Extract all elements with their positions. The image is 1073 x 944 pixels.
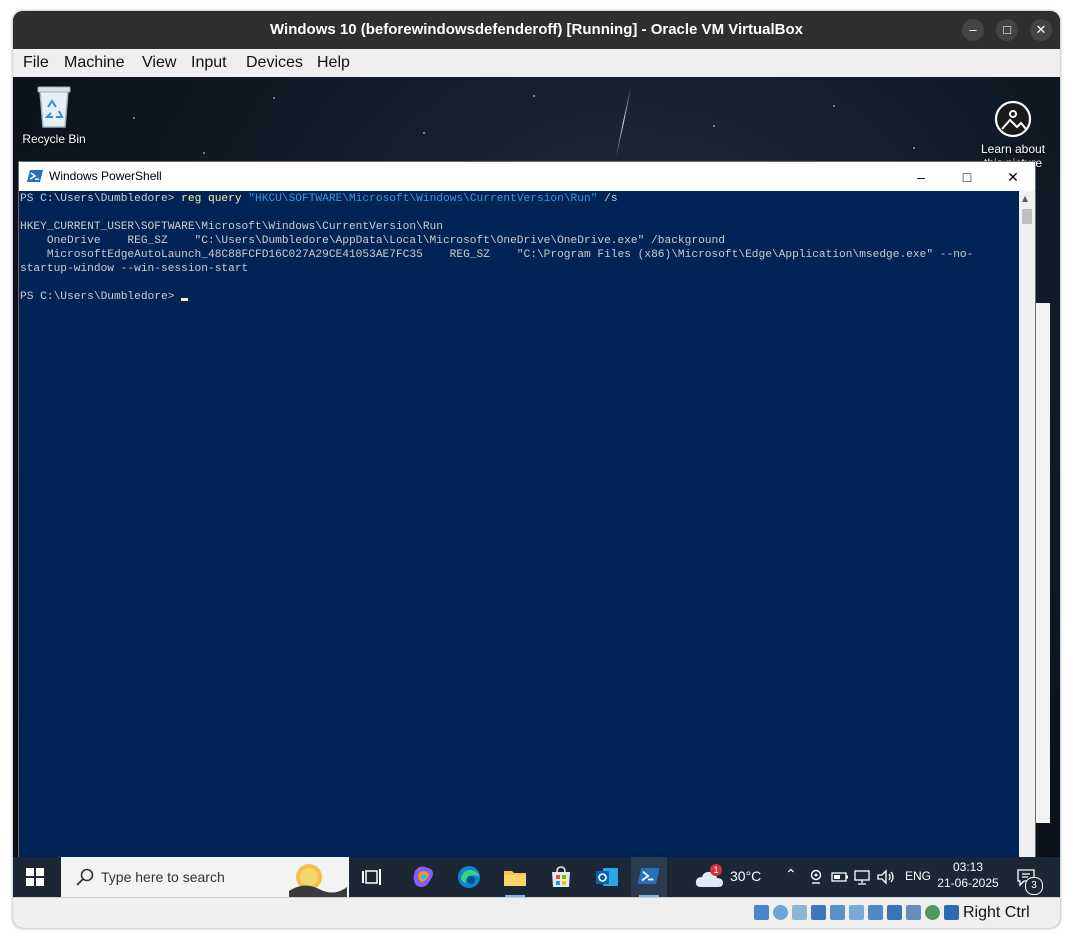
cpu-status-icon[interactable]: [906, 905, 921, 920]
console-final-line: PS C:\Users\Dumbledore>: [19, 290, 1017, 304]
edge-icon[interactable]: [453, 861, 485, 893]
task-view-icon[interactable]: [357, 861, 389, 893]
battery-icon[interactable]: [831, 870, 849, 884]
recycle-bin-icon: [37, 86, 71, 128]
network-status-icon[interactable]: [811, 905, 826, 920]
clock-time: 03:13: [952, 860, 984, 874]
ps-minimize-button[interactable]: –: [901, 166, 941, 188]
window-title: Windows 10 (beforewindowsdefenderoff) [R…: [270, 21, 803, 38]
network-icon[interactable]: [853, 868, 871, 886]
volume-icon[interactable]: [876, 868, 896, 886]
menu-devices[interactable]: Devices: [246, 54, 303, 72]
chevron-up-icon[interactable]: ⌃: [785, 867, 797, 883]
console-prompt: PS C:\Users\Dumbledore>: [20, 291, 182, 303]
desktop-icon-recycle-bin[interactable]: Recycle Bin: [14, 83, 94, 146]
display-status-icon[interactable]: [868, 905, 883, 920]
virtualbox-statusbar: Right Ctrl: [13, 897, 1060, 928]
close-button[interactable]: ✕: [1030, 19, 1052, 41]
search-highlight-icon: [289, 864, 347, 897]
console-command-line: PS C:\Users\Dumbledore> reg query "HKCU\…: [19, 192, 1017, 206]
usb-status-icon[interactable]: [830, 905, 845, 920]
taskbar-search-box[interactable]: Type here to search: [61, 857, 349, 897]
star: [203, 152, 205, 154]
powershell-taskbar-icon: [637, 868, 660, 884]
menu-machine[interactable]: Machine: [64, 54, 124, 72]
console-prompt: PS C:\Users\Dumbledore>: [20, 193, 182, 205]
shared-folders-status-icon[interactable]: [849, 905, 864, 920]
guest-desktop: Recycle Bin Learn about this picture Win…: [13, 77, 1060, 897]
taskbar: Type here to search 1 30°C ⌃ ENG 03:13 2…: [13, 857, 1060, 897]
weather-alert-badge: 1: [710, 864, 722, 876]
search-placeholder: Type here to search: [101, 869, 225, 885]
learn-about-picture-icon: [994, 100, 1032, 138]
powershell-icon: [27, 170, 43, 182]
desktop-icon-label: Recycle Bin: [22, 132, 86, 146]
clock-date: 21-06-2025: [937, 876, 999, 890]
virtualbox-window: Windows 10 (beforewindowsdefenderoff) [R…: [13, 11, 1060, 928]
scrollbar-thumb[interactable]: [1022, 209, 1032, 224]
star: [133, 117, 135, 119]
star: [833, 105, 835, 107]
menu-input[interactable]: Input: [191, 54, 227, 72]
console-output-line: startup-window --win-session-start: [20, 263, 249, 275]
audio-status-icon[interactable]: [792, 905, 807, 920]
ps-close-button[interactable]: ✕: [993, 166, 1033, 188]
powershell-window: Windows PowerShell – □ ✕ PS C:\Users\Dum…: [18, 161, 1036, 863]
console-output-line: HKEY_CURRENT_USER\SOFTWARE\Microsoft\Win…: [20, 221, 443, 233]
meteor-streak: [615, 87, 632, 157]
desktop-icon-learn-about-picture[interactable]: Learn about this picture: [973, 99, 1053, 170]
weather-temperature[interactable]: 30°C: [730, 868, 761, 884]
notification-count-badge: 3: [1025, 877, 1043, 895]
windows-start-icon[interactable]: [25, 867, 45, 887]
menu-help[interactable]: Help: [317, 54, 350, 72]
menu-view[interactable]: View: [142, 54, 176, 72]
copilot-icon[interactable]: [407, 861, 439, 893]
text-cursor: [181, 298, 189, 301]
scroll-up-icon[interactable]: ▲: [1022, 194, 1028, 203]
recording-status-icon[interactable]: [887, 905, 902, 920]
outlook-icon[interactable]: [591, 861, 623, 893]
file-explorer-icon[interactable]: [499, 861, 531, 893]
star: [533, 95, 535, 97]
star: [913, 147, 915, 149]
console-command-arg: "HKCU\SOFTWARE\Microsoft\Windows\Current…: [248, 193, 598, 205]
webcam-icon[interactable]: [809, 869, 823, 885]
star: [423, 132, 425, 134]
console-scrollbar[interactable]: ▲: [1019, 191, 1035, 862]
powershell-titlebar[interactable]: Windows PowerShell – □ ✕: [19, 162, 1035, 191]
optical-drive-status-icon[interactable]: [773, 905, 788, 920]
guest-additions-status-icon[interactable]: [925, 905, 940, 920]
console-command-flag: /s: [597, 193, 618, 205]
console-command: reg query: [181, 193, 242, 205]
taskbar-clock[interactable]: 03:13 21-06-2025: [933, 859, 1003, 891]
language-indicator[interactable]: ENG: [905, 869, 931, 883]
search-icon: [76, 868, 94, 886]
host-key-label: Right Ctrl: [963, 904, 1030, 921]
virtualbox-titlebar[interactable]: Windows 10 (beforewindowsdefenderoff) [R…: [13, 11, 1060, 49]
console-output-line: OneDrive REG_SZ "C:\Users\Dumbledore\App…: [20, 235, 725, 247]
powershell-title: Windows PowerShell: [49, 169, 162, 183]
star: [273, 97, 275, 99]
powershell-console[interactable]: PS C:\Users\Dumbledore> reg query "HKCU\…: [19, 191, 1017, 863]
minimize-button[interactable]: –: [962, 19, 984, 41]
hard-disk-status-icon[interactable]: [754, 905, 769, 920]
microsoft-store-icon[interactable]: [545, 861, 577, 893]
virtualbox-menubar: File Machine View Input Devices Help: [13, 49, 1060, 78]
menu-file[interactable]: File: [23, 54, 49, 72]
maximize-button[interactable]: □: [996, 19, 1018, 41]
keyboard-capture-status-icon[interactable]: [944, 905, 959, 920]
star: [713, 125, 715, 127]
console-output-line: MicrosoftEdgeAutoLaunch_48C88FCFD16C027A…: [20, 249, 974, 261]
ps-maximize-button[interactable]: □: [947, 166, 987, 188]
powershell-taskbar-button[interactable]: [631, 857, 667, 897]
